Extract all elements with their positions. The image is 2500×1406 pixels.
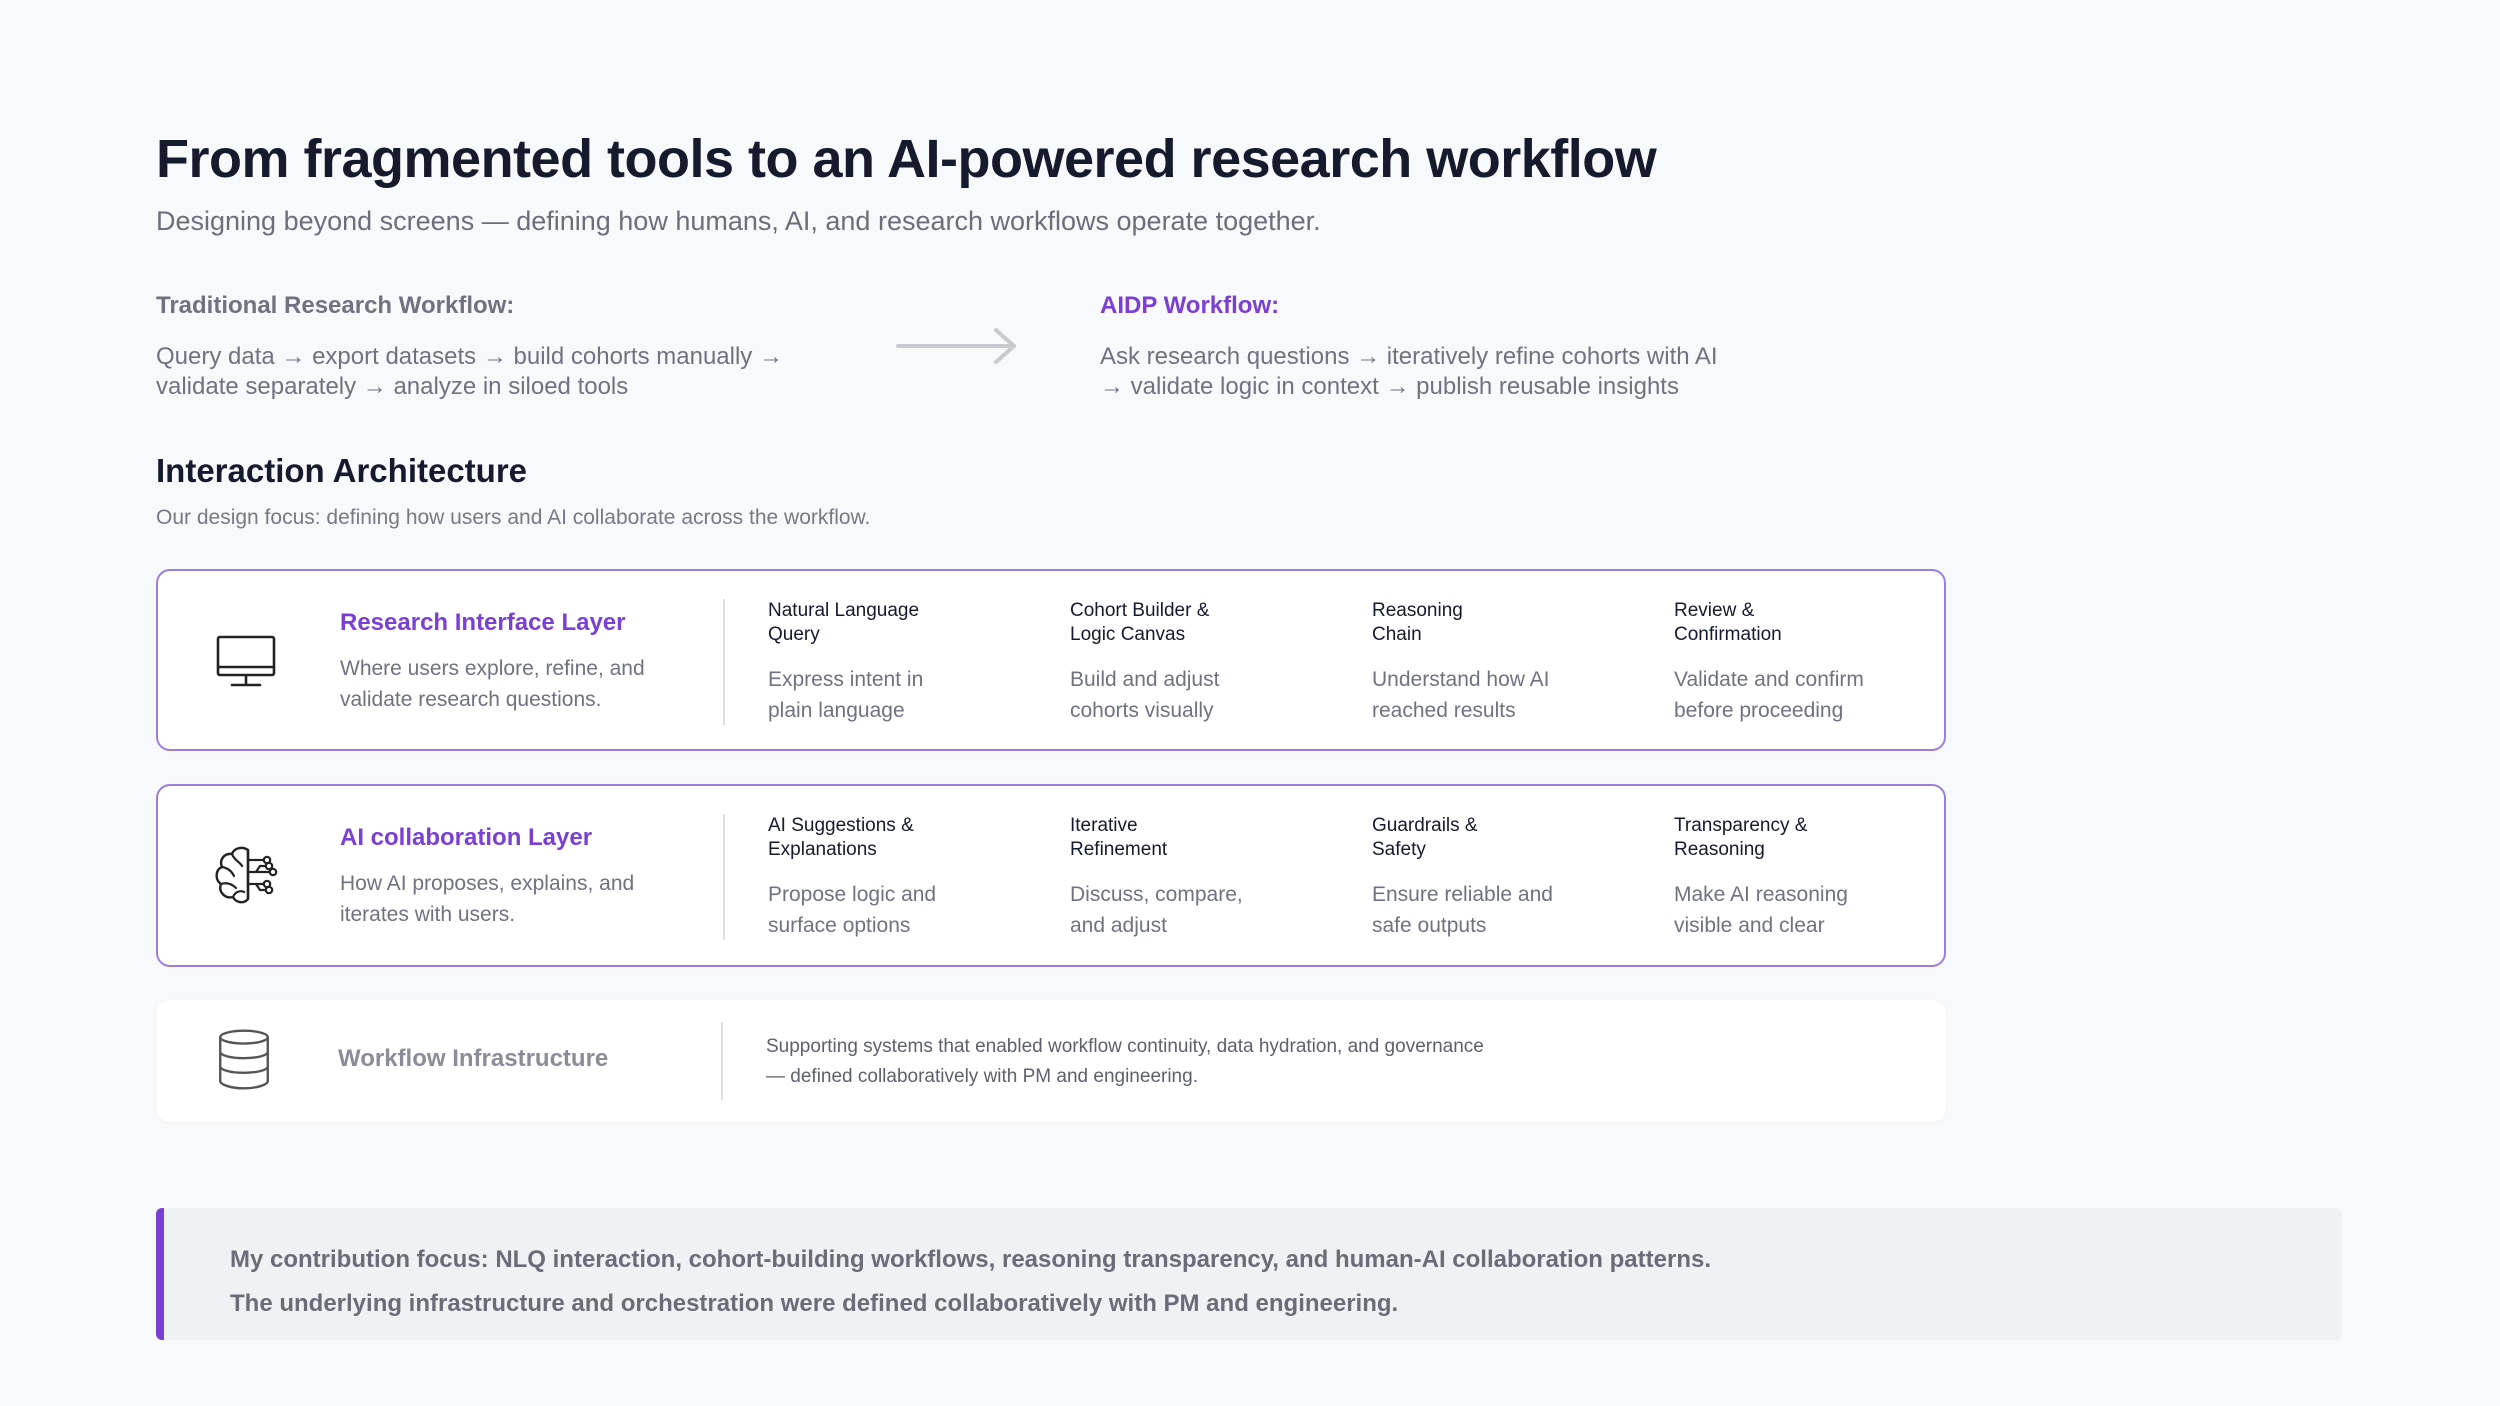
capability-description-line: plain language <box>768 699 905 722</box>
capability-title-line: Iterative <box>1070 815 1138 836</box>
infrastructure-description-line: Supporting systems that enabled workflow… <box>766 1036 1484 1057</box>
capability-title-line: Logic Canvas <box>1070 624 1186 645</box>
callout-line: The underlying infrastructure and orches… <box>230 1290 1399 1317</box>
infrastructure-description: Supporting systems that enabled workflow… <box>766 1032 1484 1092</box>
monitor-icon <box>216 635 276 687</box>
capability-description: Make AI reasoning visible and clear <box>1674 879 1954 941</box>
layer-description: Where users explore, refine, and validat… <box>340 653 645 715</box>
capability-natural-language-query: Natural Language Query Express intent in… <box>768 599 1048 726</box>
divider <box>723 814 725 940</box>
page-subtitle: Designing beyond screens — defining how … <box>156 206 1321 236</box>
database-icon <box>219 1029 269 1090</box>
traditional-workflow-label: Traditional Research Workflow: <box>156 292 515 319</box>
capability-title-line: Query <box>768 624 820 645</box>
capability-guardrails-safety: Guardrails & Safety Ensure reliable and … <box>1372 814 1652 941</box>
capability-cohort-builder: Cohort Builder & Logic Canvas Build and … <box>1070 599 1350 726</box>
layer-description-line: iterates with users. <box>340 903 516 926</box>
layer-name: Research Interface Layer <box>340 609 626 636</box>
layer-name: AI collaboration Layer <box>340 824 593 851</box>
aidp-workflow-line: Ask research questions → iteratively ref… <box>1100 343 1718 370</box>
divider <box>723 599 725 725</box>
capability-title-line: Review & <box>1674 600 1755 621</box>
callout-line: My contribution focus: NLQ interaction, … <box>230 1246 1711 1273</box>
capability-title-line: Transparency & <box>1674 815 1808 836</box>
right-arrow-icon <box>896 328 1016 364</box>
capability-title-line: Refinement <box>1070 839 1168 860</box>
capability-title: Cohort Builder & Logic Canvas <box>1070 599 1350 647</box>
capability-description: Understand how AI reached results <box>1372 664 1652 726</box>
aidp-workflow-text: Ask research questions → iteratively ref… <box>1100 342 1718 402</box>
layer-description-line: Where users explore, refine, and <box>340 657 645 680</box>
capability-description: Express intent in plain language <box>768 664 1048 726</box>
capability-description-line: safe outputs <box>1372 914 1487 937</box>
divider <box>721 1022 723 1100</box>
capability-description-line: visible and clear <box>1674 914 1825 937</box>
capability-description-line: Validate and confirm <box>1674 668 1864 691</box>
capability-title-line: Cohort Builder & <box>1070 600 1210 621</box>
ai-collaboration-layer-card: AI collaboration Layer How AI proposes, … <box>156 784 1946 967</box>
page-title: From fragmented tools to an AI-powered r… <box>156 129 1657 189</box>
capability-title-line: Explanations <box>768 839 877 860</box>
capability-description-line: Make AI reasoning <box>1674 883 1848 906</box>
layer-name: Workflow Infrastructure <box>338 1045 609 1072</box>
capability-description: Build and adjust cohorts visually <box>1070 664 1350 726</box>
capability-review-confirmation: Review & Confirmation Validate and confi… <box>1674 599 1954 726</box>
traditional-workflow-line: Query data → export datasets → build coh… <box>156 343 783 370</box>
capability-title-line: Safety <box>1372 839 1426 860</box>
capability-title: Review & Confirmation <box>1674 599 1954 647</box>
capability-description-line: Propose logic and <box>768 883 937 906</box>
layer-description: How AI proposes, explains, and iterates … <box>340 868 634 930</box>
traditional-workflow-line: validate separately → analyze in siloed … <box>156 373 629 400</box>
callout-text: My contribution focus: NLQ interaction, … <box>230 1238 1711 1326</box>
capability-title: Iterative Refinement <box>1070 814 1350 862</box>
capability-description: Ensure reliable and safe outputs <box>1372 879 1652 941</box>
aidp-workflow-line: → validate logic in context → publish re… <box>1100 373 1679 400</box>
capability-title: AI Suggestions & Explanations <box>768 814 1048 862</box>
capability-title-line: Guardrails & <box>1372 815 1478 836</box>
capability-ai-suggestions: AI Suggestions & Explanations Propose lo… <box>768 814 1048 941</box>
workflow-infrastructure-layer-card: Workflow Infrastructure Supporting syste… <box>156 1000 1946 1122</box>
capability-description-line: Discuss, compare, <box>1070 883 1243 906</box>
capability-title-line: Chain <box>1372 624 1422 645</box>
capability-title-line: Natural Language <box>768 600 920 621</box>
capability-title: Guardrails & Safety <box>1372 814 1652 862</box>
capability-description-line: reached results <box>1372 699 1516 722</box>
capability-transparency-reasoning: Transparency & Reasoning Make AI reasoni… <box>1674 814 1954 941</box>
aidp-workflow-label: AIDP Workflow: <box>1100 292 1280 319</box>
research-interface-layer-card: Research Interface Layer Where users exp… <box>156 569 1946 751</box>
capability-description: Validate and confirm before proceeding <box>1674 664 1954 726</box>
capability-title-line: Confirmation <box>1674 624 1782 645</box>
capability-description-line: Ensure reliable and <box>1372 883 1553 906</box>
capability-description-line: Express intent in <box>768 668 924 691</box>
capability-description-line: surface options <box>768 914 911 937</box>
layer-description-line: validate research questions. <box>340 688 602 711</box>
contribution-callout: My contribution focus: NLQ interaction, … <box>156 1208 2342 1340</box>
capability-reasoning-chain: Reasoning Chain Understand how AI reache… <box>1372 599 1652 726</box>
capability-description: Discuss, compare, and adjust <box>1070 879 1350 941</box>
capability-description-line: cohorts visually <box>1070 699 1214 722</box>
capability-title: Transparency & Reasoning <box>1674 814 1954 862</box>
section-subtitle: Our design focus: defining how users and… <box>156 506 871 529</box>
capability-iterative-refinement: Iterative Refinement Discuss, compare, a… <box>1070 814 1350 941</box>
capability-title: Reasoning Chain <box>1372 599 1652 647</box>
capability-description-line: Understand how AI <box>1372 668 1550 691</box>
infrastructure-description-line: — defined collaboratively with PM and en… <box>766 1066 1198 1087</box>
capability-title-line: AI Suggestions & <box>768 815 914 836</box>
capability-description-line: Build and adjust <box>1070 668 1220 691</box>
ai-brain-icon <box>215 846 278 904</box>
traditional-workflow-text: Query data → export datasets → build coh… <box>156 342 783 402</box>
capability-description-line: and adjust <box>1070 914 1167 937</box>
capability-title-line: Reasoning <box>1372 600 1463 621</box>
capability-title: Natural Language Query <box>768 599 1048 647</box>
capability-title-line: Reasoning <box>1674 839 1765 860</box>
layer-description-line: How AI proposes, explains, and <box>340 872 635 895</box>
capability-description-line: before proceeding <box>1674 699 1844 722</box>
section-title: Interaction Architecture <box>156 452 528 489</box>
capability-description: Propose logic and surface options <box>768 879 1048 941</box>
